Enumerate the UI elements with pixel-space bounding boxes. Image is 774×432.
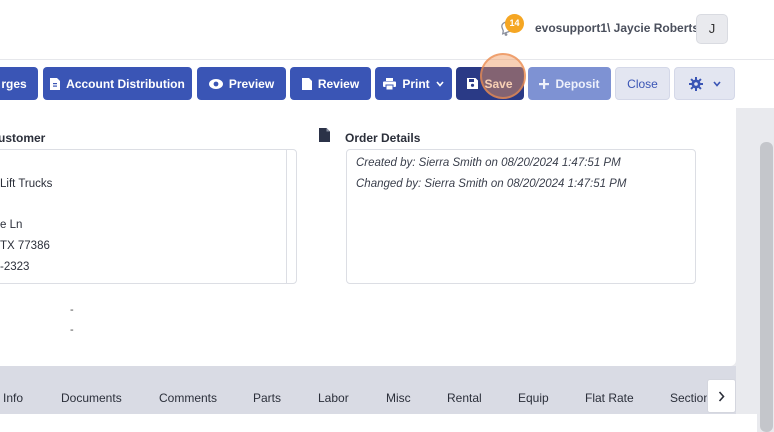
chevron-down-icon [712,80,721,87]
tab-info[interactable]: Info [3,391,23,405]
customer-line-phone: -2323 [0,261,30,273]
eye-icon [208,78,223,89]
plus-icon [539,78,550,89]
print-label: Print [402,76,430,91]
printer-icon [383,77,397,90]
tab-misc[interactable]: Misc [386,391,411,405]
avatar[interactable]: J [696,14,728,44]
document-icon [319,128,330,147]
print-button[interactable]: Print [375,67,452,100]
customer-field-empty-1: - [70,304,74,316]
customer-section-title: ustomer [0,131,46,145]
account-distribution-label: Account Distribution [66,76,185,91]
deposit-label: Deposit [555,76,600,91]
account-distribution-button[interactable]: Account Distribution [43,67,192,100]
preview-label: Preview [228,76,275,91]
order-details-title: Order Details [345,131,421,145]
tab-comments[interactable]: Comments [159,391,217,405]
charges-button-label: rges [1,76,27,91]
customer-line-street: e Ln [0,219,23,231]
deposit-button[interactable]: Deposit [528,67,611,100]
settings-dropdown-button[interactable] [674,67,735,100]
preview-button[interactable]: Preview [197,67,286,100]
tab-section[interactable]: Section [670,391,710,405]
notification-badge: 14 [505,14,524,33]
review-button[interactable]: Review [290,67,371,100]
customer-address-box [0,149,297,284]
scrollbar-thumb[interactable] [760,142,773,432]
file-icon [301,77,312,90]
click-indicator [480,53,526,99]
order-created-by: Created by: Sierra Smith on 08/20/2024 1… [356,157,621,169]
customer-field-empty-2: - [70,324,74,336]
top-header: 14 evosupport1\ Jaycie Roberts J [0,0,774,60]
tab-parts[interactable]: Parts [253,391,281,405]
floppy-disk-icon [467,78,479,89]
chevron-right-icon [718,390,725,402]
charges-button[interactable]: rges [0,67,38,100]
tab-scroll-next-button[interactable] [707,379,736,413]
tab-rental[interactable]: Rental [447,391,482,405]
file-invoice-icon [50,77,61,90]
tab-content-area [0,414,757,432]
tab-labor[interactable]: Labor [318,391,349,405]
tab-documents[interactable]: Documents [61,391,122,405]
action-toolbar: rges Account Distribution Preview Review… [0,60,774,108]
customer-line-city: TX 77386 [0,240,50,252]
chevron-down-icon [436,80,444,87]
tab-flat-rate[interactable]: Flat Rate [585,391,634,405]
close-button[interactable]: Close [615,67,670,100]
gear-icon [688,76,703,91]
close-label: Close [627,76,658,91]
review-label: Review [317,76,360,91]
user-name[interactable]: evosupport1\ Jaycie Roberts [535,21,699,35]
tab-bar [0,366,736,414]
customer-box-divider [286,150,287,283]
customer-line-company: Lift Trucks [0,178,53,190]
order-changed-by: Changed by: Sierra Smith on 08/20/2024 1… [356,178,627,190]
tab-equip[interactable]: Equip [518,391,549,405]
order-details-box [346,149,696,284]
